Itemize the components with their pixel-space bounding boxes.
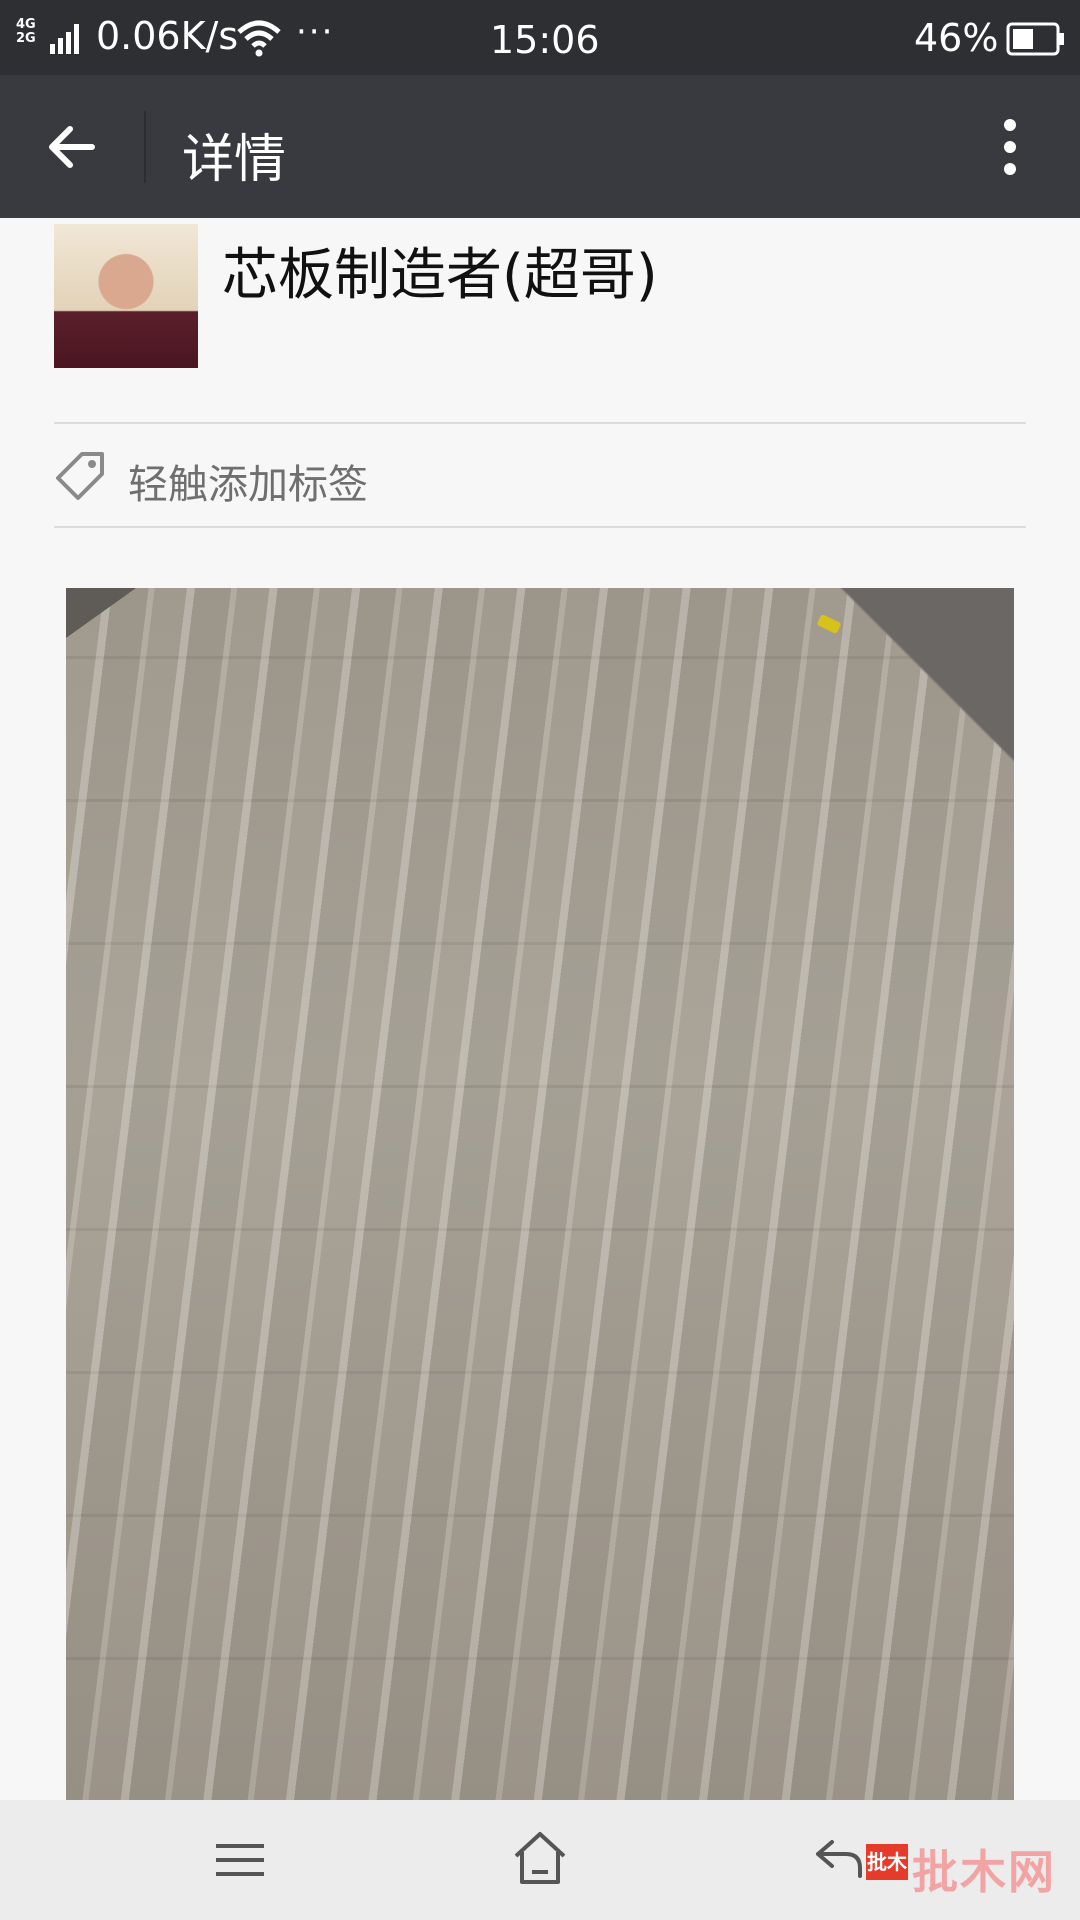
app-bar-divider	[144, 111, 146, 183]
network-type-top: 4G	[16, 17, 36, 32]
moment-photo[interactable]	[66, 588, 1014, 1800]
divider	[54, 526, 1026, 528]
avatar[interactable]	[54, 224, 198, 368]
add-tag-label: 轻触添加标签	[128, 462, 368, 508]
network-type-bottom: 2G	[16, 31, 36, 46]
page-title: 详情	[182, 130, 287, 190]
battery-icon	[1006, 22, 1064, 56]
photo-corner-shadow	[814, 588, 1014, 768]
watermark-logo: 批木	[866, 1844, 908, 1880]
clock: 15:06	[490, 18, 600, 62]
network-speed: 0.06K/s	[96, 14, 239, 58]
network-type: 4G 2G	[16, 18, 36, 46]
add-tag-row[interactable]: 轻触添加标签	[54, 428, 1026, 524]
app-bar: 详情	[0, 75, 1080, 218]
notification-more-icon: ···	[296, 12, 335, 52]
watermark-text: 批木网	[912, 1845, 1056, 1899]
divider	[54, 422, 1026, 424]
system-nav-bar: 批木 批木网	[0, 1800, 1080, 1920]
contact-name: 芯板制造者(超哥)	[222, 243, 658, 308]
status-bar: 4G 2G 0.06K/s ··· 15:06 46%	[0, 0, 1080, 75]
menu-icon[interactable]	[212, 1838, 268, 1882]
home-icon[interactable]	[510, 1830, 570, 1886]
more-options-icon[interactable]	[985, 115, 1035, 179]
photo-corner-shadow	[66, 588, 136, 638]
back-arrow-icon[interactable]	[40, 115, 104, 179]
back-icon[interactable]	[812, 1836, 864, 1880]
signal-strength-icon	[50, 24, 79, 54]
battery-percentage: 46%	[914, 16, 999, 60]
wifi-icon	[237, 20, 281, 57]
tag-icon	[56, 452, 104, 500]
